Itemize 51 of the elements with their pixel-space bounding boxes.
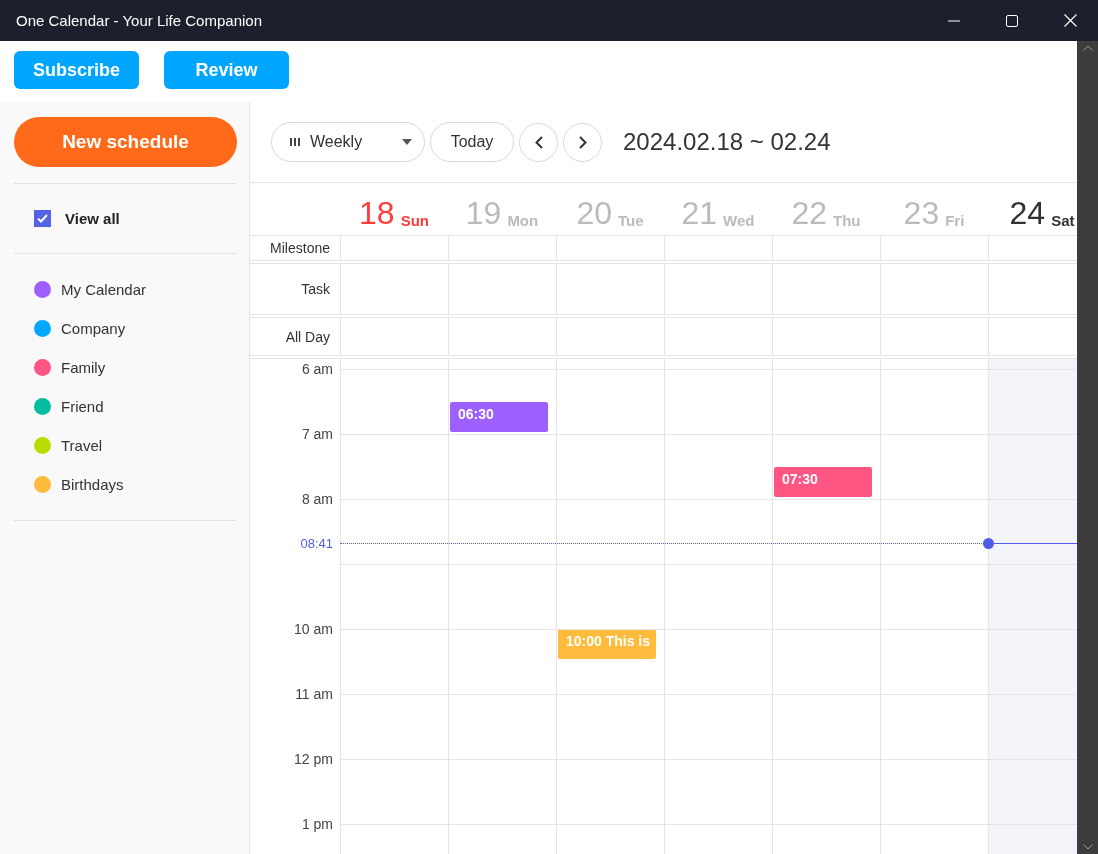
day-number: 21	[681, 197, 718, 229]
chevron-right-icon	[578, 135, 587, 149]
hour-label: 1 pm	[301, 816, 333, 833]
row-label: Milestone	[270, 240, 330, 256]
hour-label: 6 am	[301, 361, 333, 378]
weekday-label: Thu	[833, 212, 861, 229]
day-number: 19	[465, 197, 502, 229]
day-number: 23	[903, 197, 940, 229]
window-title: One Calendar - Your Life Companion	[16, 12, 263, 29]
calendar-name[interactable]: Friend	[61, 398, 104, 415]
weekday-label: Tue	[618, 212, 644, 229]
weekday-label: Sat	[1051, 212, 1075, 229]
day-number: 20	[576, 197, 612, 229]
next-button[interactable]	[563, 122, 602, 162]
checkmark-icon	[37, 214, 48, 223]
hour-label: 10 am	[294, 621, 333, 638]
hour-label: 7 am	[301, 426, 333, 443]
day-number: 18	[359, 197, 395, 229]
view-dropdown[interactable]: Weekly	[271, 122, 425, 162]
scroll-up-icon[interactable]	[1082, 45, 1093, 51]
calendar-name[interactable]: Travel	[61, 437, 103, 454]
event-block[interactable]: 06:30	[450, 401, 548, 432]
previous-button[interactable]	[519, 122, 558, 162]
row-label: All Day	[285, 328, 330, 345]
view-all-checkbox[interactable]	[34, 210, 51, 227]
day-number: 24	[1009, 197, 1046, 229]
close-icon	[1063, 14, 1077, 27]
today-button[interactable]: Today	[430, 122, 514, 162]
view-all-label: View all	[65, 210, 120, 227]
calendar-name[interactable]: Birthdays	[61, 476, 124, 493]
scrollbar[interactable]	[1077, 41, 1098, 854]
scroll-down-icon[interactable]	[1082, 844, 1093, 850]
weekday-label: Sun	[400, 212, 429, 229]
weekday-label: Mon	[507, 212, 539, 229]
hour-label: 12 pm	[294, 751, 333, 768]
calendar-name[interactable]: Family	[61, 359, 106, 376]
caret-icon	[402, 139, 412, 145]
weekday-label: Fri	[945, 212, 965, 229]
chevron-left-icon	[534, 135, 543, 149]
current-time-label: 08:41	[299, 535, 334, 551]
maximize-icon	[1006, 14, 1018, 27]
hour-label: 8 am	[301, 491, 333, 508]
day-number: 22	[791, 197, 828, 229]
bars-icon	[290, 137, 300, 147]
row-label: Task	[301, 281, 330, 297]
date-range: 2024.02.18 ~ 02.24	[623, 128, 831, 156]
calendar-name[interactable]: My Calendar	[61, 281, 147, 298]
current-time-dot	[983, 537, 994, 549]
calendar-name[interactable]: Company	[61, 320, 126, 337]
hour-label: 11 am	[295, 686, 333, 703]
weekday-label: Wed	[723, 212, 755, 229]
